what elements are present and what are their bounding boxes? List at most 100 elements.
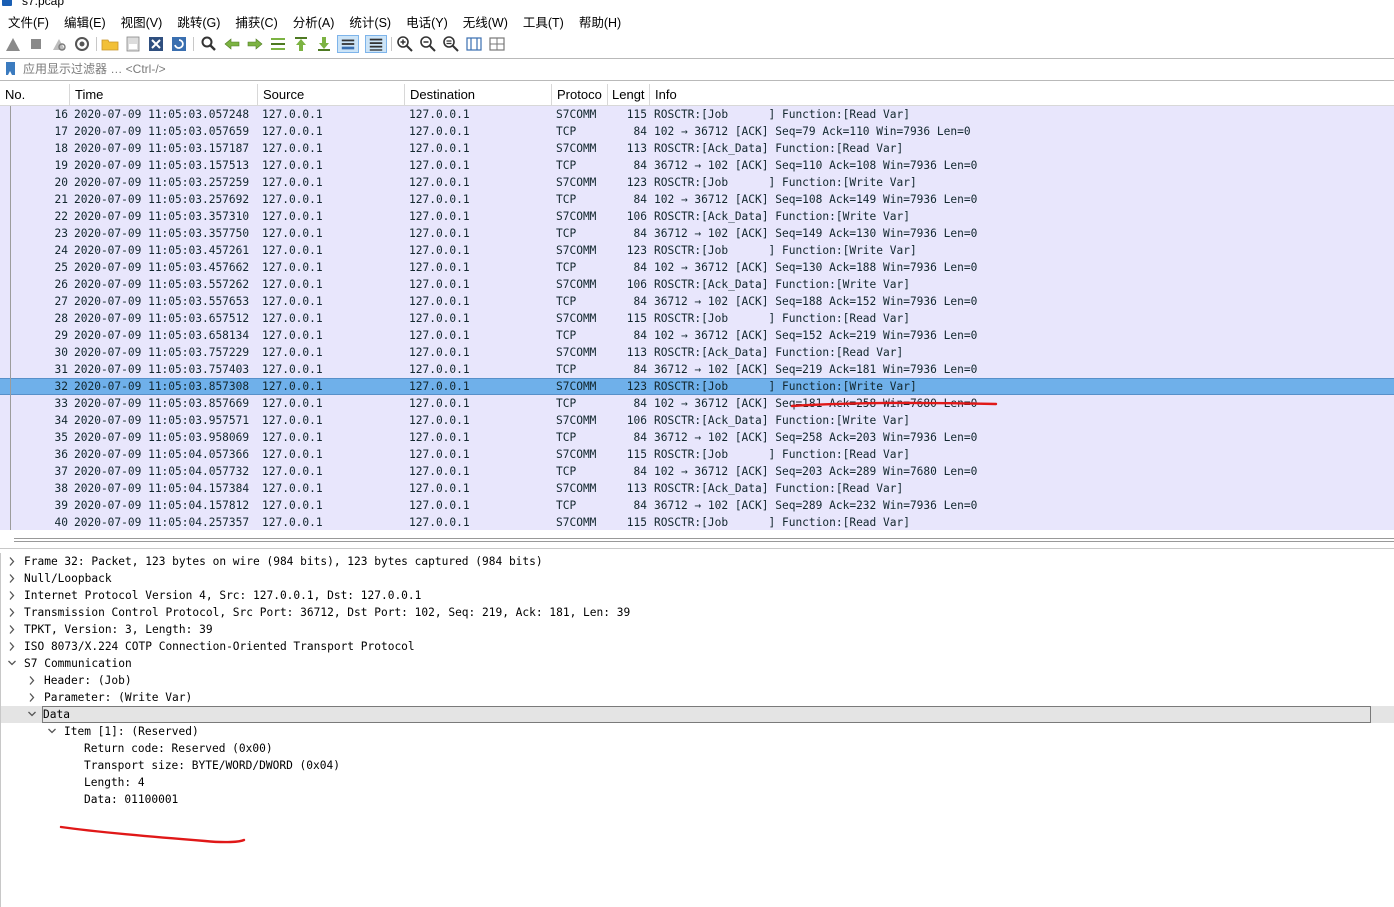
chevron-down-icon[interactable] <box>7 655 17 672</box>
chevron-right-icon[interactable] <box>7 570 17 587</box>
colorize-icon[interactable] <box>365 35 387 53</box>
column-header-source[interactable]: Source <box>258 84 405 105</box>
go-first-icon[interactable] <box>292 35 310 53</box>
packet-row[interactable]: 18 2020-07-09 11:05:03.157187 127.0.0.1 127… <box>0 140 1394 157</box>
menu-item-0[interactable]: 文件(F) <box>8 12 49 31</box>
detail-tree-node[interactable]: ISO 8073/X.224 COTP Connection-Oriented … <box>1 638 1394 655</box>
detail-tree-node[interactable]: Data <box>1 706 1394 723</box>
display-filter-input[interactable] <box>19 59 1394 79</box>
packet-row[interactable]: 16 2020-07-09 11:05:03.057248 127.0.0.1 127… <box>0 106 1394 123</box>
menu-item-8[interactable]: 无线(W) <box>463 12 508 31</box>
detail-tree-node[interactable]: TPKT, Version: 3, Length: 39 <box>1 621 1394 638</box>
column-header-protocol[interactable]: Protoco <box>552 84 608 105</box>
packet-row[interactable]: 29 2020-07-09 11:05:03.658134 127.0.0.1 127… <box>0 327 1394 344</box>
chevron-down-icon[interactable] <box>47 723 57 740</box>
packet-row[interactable]: 21 2020-07-09 11:05:03.257692 127.0.0.1 127… <box>0 191 1394 208</box>
resize-columns-icon[interactable] <box>465 35 483 53</box>
detail-tree-node[interactable]: Transmission Control Protocol, Src Port:… <box>1 604 1394 621</box>
go-last-icon[interactable] <box>315 35 333 53</box>
chevron-right-icon[interactable] <box>7 553 17 570</box>
detail-tree-node[interactable]: Frame 32: Packet, 123 bytes on wire (984… <box>1 553 1394 570</box>
column-header-length[interactable]: Lengt <box>608 84 650 105</box>
packet-row[interactable]: 38 2020-07-09 11:05:04.157384 127.0.0.1 127… <box>0 480 1394 497</box>
packet-row[interactable]: 31 2020-07-09 11:05:03.757403 127.0.0.1 127… <box>0 361 1394 378</box>
go-back-icon[interactable] <box>223 35 241 53</box>
go-to-packet-icon[interactable] <box>269 35 287 53</box>
menu-item-2[interactable]: 视图(V) <box>121 12 163 31</box>
layout-icon[interactable] <box>488 35 506 53</box>
packet-row[interactable]: 40 2020-07-09 11:05:04.257357 127.0.0.1 127… <box>0 514 1394 530</box>
splitter-grip <box>14 538 1394 542</box>
packet-row[interactable]: 33 2020-07-09 11:05:03.857669 127.0.0.1 127… <box>0 395 1394 412</box>
open-folder-icon[interactable] <box>101 35 119 53</box>
autoscroll-icon[interactable] <box>337 35 359 53</box>
menu-item-6[interactable]: 统计(S) <box>349 12 391 31</box>
packet-row[interactable]: 36 2020-07-09 11:05:04.057366 127.0.0.1 127… <box>0 446 1394 463</box>
filter-bookmark-icon[interactable] <box>6 62 15 75</box>
zoom-in-icon[interactable] <box>396 35 414 53</box>
chevron-right-icon[interactable] <box>7 638 17 655</box>
menu-item-5[interactable]: 分析(A) <box>293 12 335 31</box>
detail-tree-node[interactable]: Transport size: BYTE/WORD/DWORD (0x04) <box>1 757 1394 774</box>
packet-row[interactable]: 39 2020-07-09 11:05:04.157812 127.0.0.1 127… <box>0 497 1394 514</box>
packet-row[interactable]: 34 2020-07-09 11:05:03.957571 127.0.0.1 127… <box>0 412 1394 429</box>
packet-row[interactable]: 37 2020-07-09 11:05:04.057732 127.0.0.1 127… <box>0 463 1394 480</box>
packet-cell-src: 127.0.0.1 <box>262 261 323 274</box>
chevron-right-icon[interactable] <box>7 604 17 621</box>
packet-row[interactable]: 28 2020-07-09 11:05:03.657512 127.0.0.1 127… <box>0 310 1394 327</box>
packet-row[interactable]: 24 2020-07-09 11:05:03.457261 127.0.0.1 127… <box>0 242 1394 259</box>
packet-row[interactable]: 25 2020-07-09 11:05:03.457662 127.0.0.1 127… <box>0 259 1394 276</box>
zoom-normal-icon[interactable] <box>442 35 460 53</box>
stop-icon[interactable] <box>27 35 45 53</box>
menu-item-7[interactable]: 电话(Y) <box>406 12 448 31</box>
column-header-destination[interactable]: Destination <box>405 84 552 105</box>
packet-cell-info: ROSCTR:[Ack_Data] Function:[Read Var] <box>654 346 904 359</box>
packet-row[interactable]: 27 2020-07-09 11:05:03.557653 127.0.0.1 127… <box>0 293 1394 310</box>
packet-cell-len: 106 <box>626 210 647 223</box>
packet-row[interactable]: 17 2020-07-09 11:05:03.057659 127.0.0.1 127… <box>0 123 1394 140</box>
packet-row[interactable]: 35 2020-07-09 11:05:03.958069 127.0.0.1 127… <box>0 429 1394 446</box>
chevron-right-icon[interactable] <box>27 689 37 706</box>
chevron-right-icon[interactable] <box>7 621 17 638</box>
detail-tree-node[interactable]: Item [1]: (Reserved) <box>1 723 1394 740</box>
find-packet-icon[interactable] <box>200 35 218 53</box>
close-file-icon[interactable] <box>147 35 165 53</box>
menu-item-3[interactable]: 跳转(G) <box>177 12 220 31</box>
packet-row[interactable]: 26 2020-07-09 11:05:03.557262 127.0.0.1 127… <box>0 276 1394 293</box>
menu-item-1[interactable]: 编辑(E) <box>64 12 106 31</box>
packet-row[interactable]: 23 2020-07-09 11:05:03.357750 127.0.0.1 127… <box>0 225 1394 242</box>
chevron-down-icon[interactable] <box>27 706 37 723</box>
column-header-time[interactable]: Time <box>70 84 258 105</box>
shark-fin-start-icon[interactable] <box>4 35 22 53</box>
save-file-icon[interactable] <box>124 35 142 53</box>
packet-cell-proto: S7COMM <box>556 108 597 121</box>
packet-cell-dst: 127.0.0.1 <box>409 397 470 410</box>
packet-row[interactable]: 22 2020-07-09 11:05:03.357310 127.0.0.1 127… <box>0 208 1394 225</box>
packet-row[interactable]: 30 2020-07-09 11:05:03.757229 127.0.0.1 127… <box>0 344 1394 361</box>
packet-cell-len: 84 <box>633 329 647 342</box>
detail-tree-node[interactable]: Null/Loopback <box>1 570 1394 587</box>
pane-splitter[interactable] <box>0 530 1394 549</box>
restart-icon[interactable] <box>50 35 68 53</box>
column-header-no[interactable]: No. <box>0 84 70 105</box>
menu-item-4[interactable]: 捕获(C) <box>235 12 277 31</box>
go-forward-icon[interactable] <box>246 35 264 53</box>
detail-tree-node[interactable]: Parameter: (Write Var) <box>1 689 1394 706</box>
menu-item-10[interactable]: 帮助(H) <box>579 12 621 31</box>
detail-tree-node[interactable]: Length: 4 <box>1 774 1394 791</box>
column-header-info[interactable]: Info <box>650 84 1394 105</box>
packet-row-selected[interactable]: 32 2020-07-09 11:05:03.857308 127.0.0.1 127… <box>0 378 1394 395</box>
detail-tree-node[interactable]: Return code: Reserved (0x00) <box>1 740 1394 757</box>
chevron-right-icon[interactable] <box>27 672 37 689</box>
packet-row[interactable]: 20 2020-07-09 11:05:03.257259 127.0.0.1 127… <box>0 174 1394 191</box>
detail-tree-node[interactable]: Internet Protocol Version 4, Src: 127.0.… <box>1 587 1394 604</box>
detail-tree-node[interactable]: Data: 01100001 <box>1 791 1394 808</box>
capture-options-icon[interactable] <box>73 35 91 53</box>
packet-row[interactable]: 19 2020-07-09 11:05:03.157513 127.0.0.1 127… <box>0 157 1394 174</box>
chevron-right-icon[interactable] <box>7 587 17 604</box>
zoom-out-icon[interactable] <box>419 35 437 53</box>
detail-tree-node[interactable]: S7 Communication <box>1 655 1394 672</box>
detail-tree-node[interactable]: Header: (Job) <box>1 672 1394 689</box>
reload-icon[interactable] <box>170 35 188 53</box>
menu-item-9[interactable]: 工具(T) <box>523 12 564 31</box>
